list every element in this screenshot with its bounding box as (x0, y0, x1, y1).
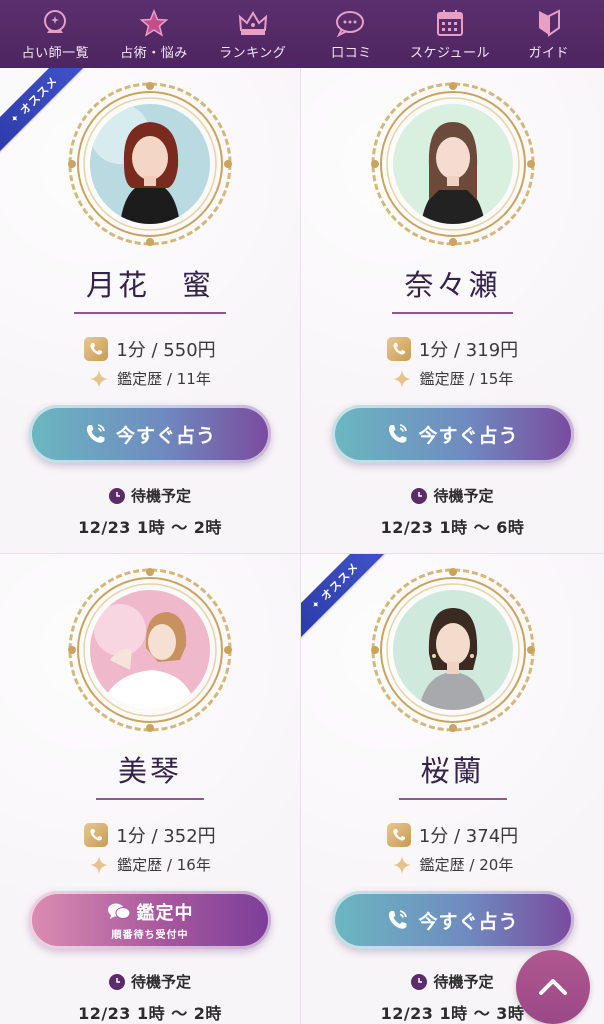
nav-label: ランキング (219, 45, 287, 61)
fortune-teller-name[interactable]: 美琴 (96, 748, 204, 800)
nav-item-divination[interactable]: 占術・悩み (105, 0, 204, 68)
sparkle-icon (392, 369, 412, 389)
price-text: 1分 / 374円 (418, 826, 519, 847)
beginner-mark-icon (532, 8, 566, 38)
nav-label: 占術・悩み (120, 45, 188, 61)
phone-icon (84, 823, 109, 847)
fortune-teller-card[interactable]: ✦ オススメ (0, 68, 301, 554)
busy-label-row: 鑑定中 (107, 899, 194, 925)
sparkle-icon: ✦ (309, 597, 324, 612)
clock-icon (411, 973, 428, 990)
schedule-text: 12/23 1時 〜 2時 (78, 1004, 222, 1023)
call-now-button[interactable]: 今すぐ占う (29, 405, 271, 463)
phone-ringing-icon (86, 424, 105, 443)
schedule-text: 12/23 1時 〜 3時 (380, 1004, 525, 1023)
fortune-teller-name[interactable]: 奈々瀬 (392, 262, 513, 314)
schedule-text: 12/23 1時 〜 6時 (380, 518, 525, 537)
clock-icon (108, 487, 125, 504)
price-row: 1分 / 319円 (386, 336, 519, 362)
phone-icon (386, 337, 411, 361)
button-label: 今すぐ占う (418, 424, 519, 447)
chat-bubbles-icon (107, 903, 130, 919)
call-now-button[interactable]: 今すぐ占う (331, 891, 574, 949)
standby-row: 待機予定 (108, 971, 191, 992)
price-row: 1分 / 374円 (386, 822, 519, 848)
nav-label: ガイド (528, 45, 569, 61)
in-session-button[interactable]: 鑑定中 順番待ち受付中 (29, 891, 271, 949)
fortune-teller-card[interactable]: 奈々瀬 1分 / 319円 鑑定歴 / 15年 今すぐ占う 待機予定 12/23… (301, 68, 604, 554)
standby-row: 待機予定 (108, 485, 191, 506)
experience-text: 鑑定歴 / 11年 (117, 370, 211, 388)
clock-icon (108, 973, 125, 990)
nav-item-guide[interactable]: ガイド (499, 0, 598, 68)
fortune-teller-grid: ✦ オススメ 月花 蜜 1分 / 550円 鑑定歴 / 11年 今すぐ占う 待機… (0, 68, 604, 1024)
standby-label: 待機予定 (433, 973, 494, 991)
standby-label: 待機予定 (130, 487, 191, 505)
price-text: 1分 / 319円 (418, 340, 519, 361)
nav-label: スケジュール (409, 45, 491, 61)
price-row: 1分 / 352円 (84, 822, 216, 848)
standby-label: 待機予定 (130, 973, 191, 991)
experience-text: 鑑定歴 / 16年 (117, 856, 211, 874)
nav-label: 口コミ (331, 45, 372, 61)
portrait[interactable] (66, 80, 234, 248)
avatar (392, 104, 513, 224)
nav-label: 占い師一覧 (21, 45, 90, 61)
call-now-button[interactable]: 今すぐ占う (331, 405, 574, 463)
phone-ringing-icon (389, 424, 408, 443)
crown-icon (236, 8, 270, 38)
price-text: 1分 / 550円 (116, 340, 216, 361)
avatar (90, 590, 210, 710)
sparkle-icon: ✦ (8, 111, 23, 126)
back-to-top-button[interactable] (516, 950, 590, 1024)
calendar-icon (433, 8, 467, 38)
button-label: 今すぐ占う (418, 910, 519, 933)
nav-item-schedule[interactable]: スケジュール (401, 0, 500, 68)
ribbon-label: オススメ (17, 74, 61, 118)
standby-row: 待機予定 (411, 485, 494, 506)
standby-row: 待機予定 (411, 971, 494, 992)
schedule-text: 12/23 1時 〜 2時 (78, 518, 222, 537)
clock-icon (411, 487, 428, 504)
avatar (392, 590, 513, 710)
experience-row: 鑑定歴 / 11年 (89, 368, 211, 389)
price-text: 1分 / 352円 (116, 826, 216, 847)
standby-label: 待機予定 (433, 487, 494, 505)
ribbon-label: オススメ (318, 560, 362, 604)
button-label: 今すぐ占う (115, 424, 216, 447)
sparkle-icon (392, 855, 412, 875)
fortune-teller-name[interactable]: 月花 蜜 (73, 262, 226, 314)
experience-row: 鑑定歴 / 15年 (392, 368, 514, 389)
experience-text: 鑑定歴 / 20年 (419, 856, 514, 874)
button-label: 鑑定中 (136, 903, 194, 924)
sparkle-icon (89, 369, 109, 389)
speech-bubble-icon (334, 8, 368, 38)
chevron-up-icon (539, 979, 567, 995)
phone-icon (386, 823, 411, 847)
portrait[interactable] (66, 566, 234, 734)
experience-row: 鑑定歴 / 16年 (89, 854, 211, 875)
sparkle-icon (89, 855, 109, 875)
nav-item-reviews[interactable]: 口コミ (302, 0, 401, 68)
price-row: 1分 / 550円 (84, 336, 216, 362)
button-sublabel: 順番待ち受付中 (111, 930, 189, 941)
nav-item-fortune-tellers[interactable]: 占い師一覧 (6, 0, 105, 68)
star-icon (137, 8, 171, 38)
portrait[interactable] (369, 80, 537, 248)
crystal-ball-icon (38, 8, 72, 38)
portrait[interactable] (369, 566, 537, 734)
phone-ringing-icon (389, 910, 408, 929)
experience-text: 鑑定歴 / 15年 (419, 370, 514, 388)
nav-item-ranking[interactable]: ランキング (203, 0, 302, 68)
fortune-teller-card[interactable]: 美琴 1分 / 352円 鑑定歴 / 16年 鑑定中 順番待ち受付中 待機予定 … (0, 554, 301, 1024)
phone-icon (84, 337, 109, 361)
fortune-teller-name[interactable]: 桜蘭 (398, 748, 507, 800)
avatar (90, 104, 210, 224)
top-nav: 占い師一覧 占術・悩み ランキング 口コミ スケジュール ガイド (0, 0, 604, 68)
experience-row: 鑑定歴 / 20年 (392, 854, 514, 875)
